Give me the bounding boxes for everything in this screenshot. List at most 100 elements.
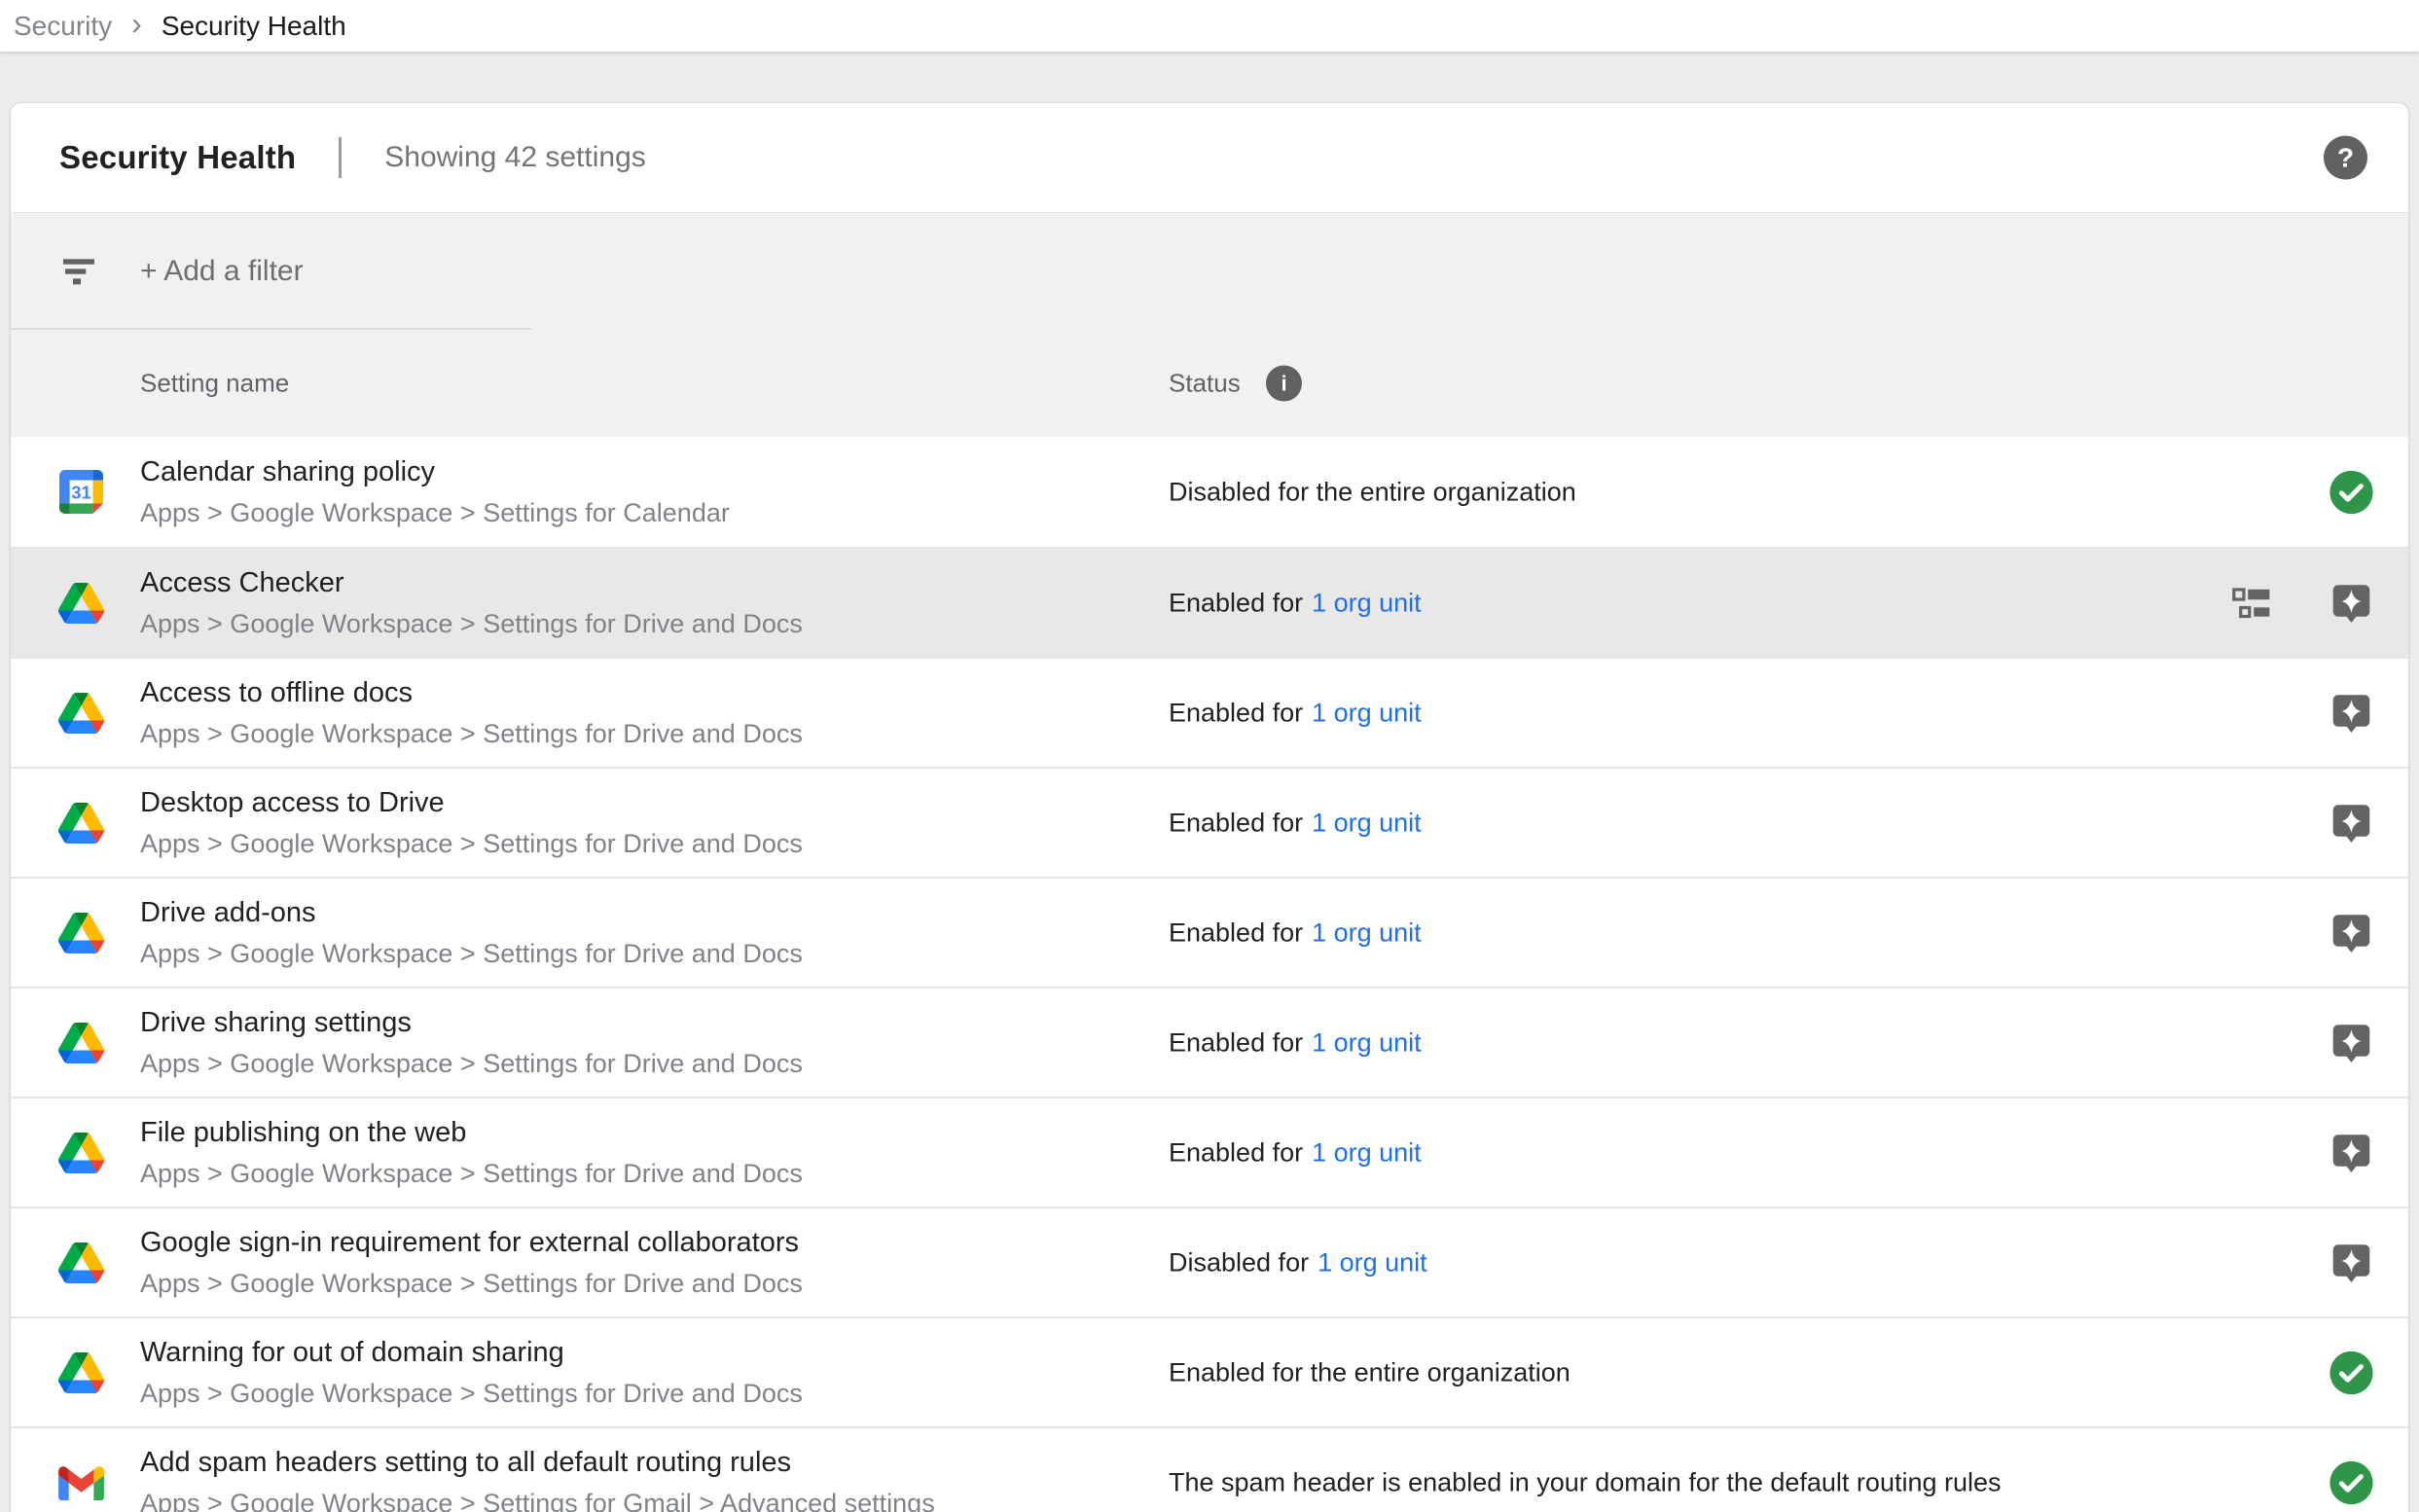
status-text: Disabled for bbox=[1169, 1247, 1309, 1278]
security-health-card: Security Health Showing 42 settings ? + … bbox=[10, 102, 2409, 1512]
filter-bar: + Add a filter bbox=[11, 213, 2408, 330]
org-unit-link[interactable]: 1 org unit bbox=[1312, 918, 1422, 948]
status-text: Enabled for bbox=[1169, 1137, 1303, 1168]
table-row[interactable]: Drive sharing settings Apps > Google Wor… bbox=[11, 987, 2408, 1097]
status-ok-icon bbox=[2329, 469, 2374, 515]
google-drive-icon bbox=[57, 690, 104, 737]
status-text: Enabled for bbox=[1169, 918, 1303, 948]
google-drive-icon bbox=[57, 1020, 104, 1066]
page-title: Security Health bbox=[59, 139, 296, 176]
breadcrumb-parent-link[interactable]: Security bbox=[14, 11, 112, 42]
breadcrumb-chevron-icon: › bbox=[131, 8, 142, 45]
org-unit-link[interactable]: 1 org unit bbox=[1312, 698, 1422, 728]
status-text: Enabled for bbox=[1169, 1027, 1303, 1058]
setting-text: Drive sharing settings Apps > Google Wor… bbox=[140, 1007, 803, 1079]
setting-name: Add spam headers setting to all default … bbox=[140, 1447, 935, 1479]
table-row[interactable]: Google sign-in requirement for external … bbox=[11, 1206, 2408, 1316]
setting-path: Apps > Google Workspace > Settings for D… bbox=[140, 1379, 803, 1409]
org-unit-link[interactable]: 1 org unit bbox=[1312, 1137, 1422, 1168]
settings-table-body: 31 Calendar sharing policy Apps > Google… bbox=[11, 437, 2408, 1512]
setting-status: Enabled for 1 org unit bbox=[1169, 808, 1422, 838]
setting-status: The spam header is enabled in your domai… bbox=[1169, 1467, 2002, 1497]
setting-text: Warning for out of domain sharing Apps >… bbox=[140, 1337, 803, 1409]
setting-status: Enabled for 1 org unit bbox=[1169, 588, 1422, 618]
setting-status: Enabled for 1 org unit bbox=[1169, 698, 1422, 728]
setting-path: Apps > Google Workspace > Settings for D… bbox=[140, 719, 803, 749]
setting-path: Apps > Google Workspace > Settings for D… bbox=[140, 1049, 803, 1079]
org-unit-link[interactable]: 1 org unit bbox=[1312, 808, 1422, 838]
status-ok-icon bbox=[2329, 1459, 2374, 1505]
setting-path: Apps > Google Workspace > Settings for D… bbox=[140, 939, 803, 969]
setting-name: File publishing on the web bbox=[140, 1117, 803, 1149]
org-units-icon bbox=[2231, 581, 2275, 625]
status-text: The spam header is enabled in your domai… bbox=[1169, 1467, 2002, 1497]
status-ok-icon bbox=[2329, 1350, 2374, 1395]
breadcrumb: Security › Security Health bbox=[0, 0, 2419, 52]
status-text: Disabled for the entire organization bbox=[1169, 477, 1576, 507]
add-filter-button[interactable]: + Add a filter bbox=[140, 255, 304, 288]
org-unit-link[interactable]: 1 org unit bbox=[1312, 1027, 1422, 1058]
settings-count: Showing 42 settings bbox=[384, 141, 646, 174]
google-drive-icon bbox=[57, 580, 104, 627]
setting-text: Desktop access to Drive Apps > Google Wo… bbox=[140, 787, 803, 859]
setting-name: Drive add-ons bbox=[140, 897, 803, 929]
recommendation-icon[interactable] bbox=[2329, 1020, 2374, 1065]
table-row[interactable]: Drive add-ons Apps > Google Workspace > … bbox=[11, 877, 2408, 987]
table-row[interactable]: Access to offline docs Apps > Google Wor… bbox=[11, 657, 2408, 767]
setting-status: Enabled for the entire organization bbox=[1169, 1357, 1571, 1387]
setting-path: Apps > Google Workspace > Settings for D… bbox=[140, 829, 803, 859]
recommendation-icon[interactable] bbox=[2329, 690, 2374, 736]
setting-name: Google sign-in requirement for external … bbox=[140, 1227, 803, 1259]
title-divider bbox=[339, 137, 342, 178]
setting-text: Access to offline docs Apps > Google Wor… bbox=[140, 677, 803, 749]
google-drive-icon bbox=[57, 1240, 104, 1286]
google-drive-icon bbox=[57, 1130, 104, 1176]
recommendation-icon[interactable] bbox=[2329, 580, 2374, 626]
help-icon[interactable]: ? bbox=[2324, 136, 2367, 180]
setting-path: Apps > Google Workspace > Settings for C… bbox=[140, 498, 730, 528]
table-row[interactable]: Add spam headers setting to all default … bbox=[11, 1426, 2408, 1512]
setting-status: Enabled for 1 org unit bbox=[1169, 918, 1422, 948]
setting-text: Calendar sharing policy Apps > Google Wo… bbox=[140, 456, 730, 528]
status-info-icon[interactable]: i bbox=[1266, 366, 1302, 402]
column-setting-name: Setting name bbox=[140, 369, 289, 399]
setting-name: Access to offline docs bbox=[140, 677, 803, 709]
setting-text: File publishing on the web Apps > Google… bbox=[140, 1117, 803, 1189]
google-drive-icon bbox=[57, 800, 104, 846]
setting-status: Enabled for 1 org unit bbox=[1169, 1027, 1422, 1058]
org-unit-link[interactable]: 1 org unit bbox=[1318, 1247, 1427, 1278]
setting-path: Apps > Google Workspace > Settings for D… bbox=[140, 1269, 803, 1299]
setting-name: Drive sharing settings bbox=[140, 1007, 803, 1039]
setting-text: Drive add-ons Apps > Google Workspace > … bbox=[140, 897, 803, 969]
recommendation-icon[interactable] bbox=[2329, 1130, 2374, 1175]
table-row[interactable]: 31 Calendar sharing policy Apps > Google… bbox=[11, 437, 2408, 547]
setting-status: Disabled for 1 org unit bbox=[1169, 1247, 1427, 1278]
setting-path: Apps > Google Workspace > Settings for G… bbox=[140, 1489, 935, 1512]
table-header: Setting name Status i bbox=[11, 330, 2408, 437]
setting-name: Desktop access to Drive bbox=[140, 787, 803, 819]
filter-and-header-section: + Add a filter Setting name Status i bbox=[11, 212, 2408, 437]
svg-text:31: 31 bbox=[71, 482, 91, 502]
status-text: Enabled for bbox=[1169, 808, 1303, 838]
table-row[interactable]: File publishing on the web Apps > Google… bbox=[11, 1097, 2408, 1206]
setting-text: Access Checker Apps > Google Workspace >… bbox=[140, 567, 803, 639]
google-drive-icon bbox=[57, 910, 104, 956]
setting-name: Calendar sharing policy bbox=[140, 456, 730, 488]
recommendation-icon[interactable] bbox=[2329, 1240, 2374, 1285]
table-row[interactable]: Desktop access to Drive Apps > Google Wo… bbox=[11, 767, 2408, 877]
recommendation-icon[interactable] bbox=[2329, 800, 2374, 846]
gmail-icon bbox=[57, 1459, 104, 1506]
org-unit-link[interactable]: 1 org unit bbox=[1312, 588, 1422, 618]
setting-status: Disabled for the entire organization bbox=[1169, 477, 1576, 507]
setting-text: Google sign-in requirement for external … bbox=[140, 1227, 803, 1299]
recommendation-icon[interactable] bbox=[2329, 910, 2374, 955]
setting-text: Add spam headers setting to all default … bbox=[140, 1447, 935, 1512]
status-text: Enabled for bbox=[1169, 698, 1303, 728]
table-row[interactable]: Access Checker Apps > Google Workspace >… bbox=[11, 547, 2408, 657]
setting-path: Apps > Google Workspace > Settings for D… bbox=[140, 1159, 803, 1189]
table-row[interactable]: Warning for out of domain sharing Apps >… bbox=[11, 1316, 2408, 1426]
google-calendar-icon: 31 bbox=[57, 469, 104, 516]
setting-path: Apps > Google Workspace > Settings for D… bbox=[140, 609, 803, 639]
setting-name: Access Checker bbox=[140, 567, 803, 599]
status-text: Enabled for the entire organization bbox=[1169, 1357, 1571, 1387]
